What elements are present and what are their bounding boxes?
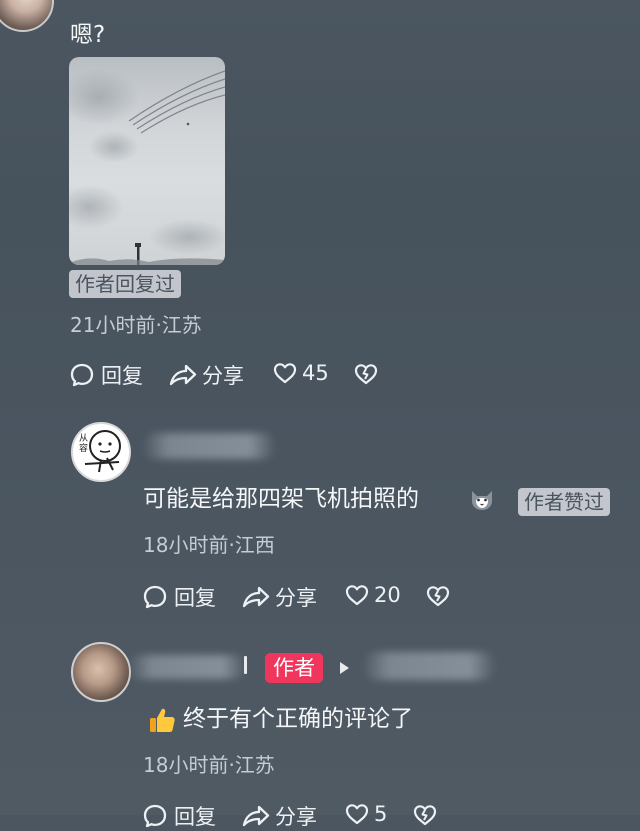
like-button[interactable]: 5 xyxy=(344,801,387,827)
comment-meta: 18小时前·江苏 xyxy=(143,753,275,777)
share-label: 分享 xyxy=(275,805,317,829)
play-triangle-icon xyxy=(340,662,349,674)
share-arrow-icon xyxy=(242,586,270,608)
comment-text: 嗯? xyxy=(70,22,106,48)
like-count: 45 xyxy=(302,361,329,385)
comment-meta: 18小时前·江西 xyxy=(143,533,275,557)
like-button[interactable]: 45 xyxy=(272,360,329,386)
like-count: 20 xyxy=(374,583,401,607)
commenter-avatar[interactable] xyxy=(0,0,54,32)
share-button[interactable]: 分享 xyxy=(241,582,317,612)
dislike-button[interactable] xyxy=(425,583,451,609)
reply-button[interactable]: 回复 xyxy=(69,360,143,390)
comment-meta: 21小时前·江苏 xyxy=(70,313,202,337)
share-arrow-icon xyxy=(169,364,197,386)
heart-icon xyxy=(345,585,369,606)
share-button[interactable]: 分享 xyxy=(168,360,244,390)
share-button[interactable]: 分享 xyxy=(241,801,317,831)
reply-label: 回复 xyxy=(101,364,143,388)
reply-button[interactable]: 回复 xyxy=(142,582,216,612)
like-count: 5 xyxy=(374,802,388,826)
blurred-username[interactable] xyxy=(128,655,246,679)
blurred-reply-target[interactable] xyxy=(362,652,496,680)
broken-heart-icon xyxy=(413,805,437,826)
blurred-username[interactable] xyxy=(142,433,276,459)
reply-bubble-icon xyxy=(143,585,167,609)
avatar-caption: 从容 xyxy=(79,434,89,454)
comment-text: 可能是给那四架飞机拍照的 xyxy=(143,484,419,514)
broken-heart-icon xyxy=(426,586,450,607)
author-replied-badge: 作者回复过 xyxy=(69,270,181,298)
commenter-avatar[interactable]: 从容 xyxy=(71,422,131,482)
comment-text: 终于有个正确的评论了 xyxy=(183,706,413,732)
share-arrow-icon xyxy=(242,805,270,827)
username-tail-mark xyxy=(244,656,247,674)
reply-bubble-icon xyxy=(70,363,94,387)
reply-bubble-icon xyxy=(143,804,167,828)
reply-label: 回复 xyxy=(174,586,216,610)
like-button[interactable]: 20 xyxy=(344,582,401,608)
author-tag: 作者 xyxy=(265,653,323,683)
dislike-button[interactable] xyxy=(353,361,379,387)
comment-text-content: 可能是给那四架飞机拍照的 xyxy=(143,486,419,512)
reply-button[interactable]: 回复 xyxy=(142,801,216,831)
dislike-button[interactable] xyxy=(412,802,438,828)
author-liked-badge: 作者赞过 xyxy=(518,488,610,516)
share-label: 分享 xyxy=(275,586,317,610)
heart-icon xyxy=(273,363,297,384)
thumbs-up-emoji xyxy=(150,708,175,732)
broken-heart-icon xyxy=(354,364,378,385)
author-avatar[interactable] xyxy=(71,642,131,702)
share-label: 分享 xyxy=(202,364,244,388)
heart-icon xyxy=(345,804,369,825)
cat-emoji xyxy=(472,491,492,510)
reply-label: 回复 xyxy=(174,805,216,829)
comment-photo[interactable] xyxy=(69,57,225,265)
sky-airshow-image xyxy=(69,69,225,265)
